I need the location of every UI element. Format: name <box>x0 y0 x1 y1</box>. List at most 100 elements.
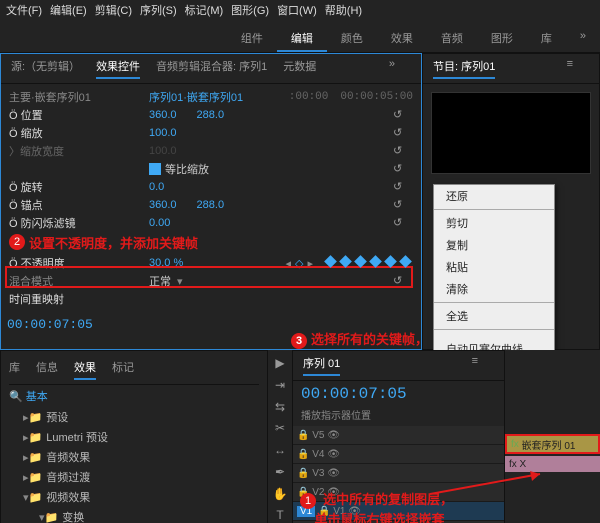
master-clip-label[interactable]: 主要·嵌套序列01 <box>9 89 149 105</box>
fx-transform[interactable]: ▾📁变换 <box>9 507 259 523</box>
ws-assembly[interactable]: 组件 <box>227 26 277 52</box>
source-panel-tabs: 源:（无剪辑） 效果控件 音频剪辑混合器: 序列1 元数据 » <box>1 54 421 84</box>
ws-color[interactable]: 颜色 <box>327 26 377 52</box>
uniform-label: 等比缩放 <box>165 161 209 177</box>
menu-sequence[interactable]: 序列(S) <box>140 2 177 18</box>
flicker-v[interactable]: 0.00 <box>149 217 170 229</box>
menu-graphics[interactable]: 图形(G) <box>231 2 269 18</box>
pos-y[interactable]: 288.0 <box>197 109 225 121</box>
fx-badge: fx <box>511 439 519 450</box>
program-title[interactable]: 节目: 序列01 <box>433 58 495 79</box>
panel-menu-icon[interactable]: ≡ <box>472 355 478 376</box>
ripple-tool-icon[interactable]: ⇆ <box>272 400 288 416</box>
nested-clip[interactable]: fx 嵌套序列 01 <box>505 434 600 454</box>
tab-info[interactable]: 信息 <box>36 359 58 380</box>
effect-controls-timecode[interactable]: 00:00:07:05 <box>7 317 93 332</box>
toggle-output-icon[interactable]: 👁 <box>327 430 340 441</box>
reset-icon[interactable]: ↺ <box>393 126 407 140</box>
menu-clip[interactable]: 剪辑(C) <box>95 2 132 18</box>
panel-overflow-icon[interactable]: » <box>389 58 395 79</box>
ws-audio[interactable]: 音频 <box>427 26 477 52</box>
pen-tool-icon[interactable]: ✒ <box>272 465 288 481</box>
tool-strip: ▶ ⇥ ⇆ ✂ ↔ ✒ ✋ T <box>268 350 292 523</box>
ctx-clear[interactable]: 清除 <box>434 278 554 300</box>
basic-search[interactable]: 🔍 基本 <box>9 385 259 407</box>
fx-badge: fx <box>509 459 517 470</box>
track-select-tool-icon[interactable]: ⇥ <box>272 378 288 394</box>
pos-x[interactable]: 360.0 <box>149 109 177 121</box>
panel-menu-icon[interactable]: ≡ <box>567 58 573 79</box>
selection-tool-icon[interactable]: ▶ <box>272 356 288 372</box>
track-v5[interactable]: 🔒 V5 👁 <box>293 426 504 445</box>
type-tool-icon[interactable]: T <box>272 508 288 523</box>
rot-v[interactable]: 0.0 <box>149 181 164 193</box>
reset-icon[interactable]: ↺ <box>393 216 407 230</box>
fx-audio-transitions[interactable]: ▸📁音频过渡 <box>9 467 259 487</box>
slip-tool-icon[interactable]: ↔ <box>272 443 288 459</box>
menu-edit[interactable]: 编辑(E) <box>50 2 87 18</box>
folder-icon: ▸📁 <box>23 472 42 484</box>
lock-icon[interactable]: 🔒 <box>297 430 309 441</box>
scalew-v: 100.0 <box>149 145 177 157</box>
prop-rotation[interactable]: Ö 旋转 <box>9 179 149 195</box>
tab-effect-controls[interactable]: 效果控件 <box>96 58 140 79</box>
tab-markers[interactable]: 标记 <box>112 359 134 380</box>
menu-window[interactable]: 窗口(W) <box>277 2 317 18</box>
ws-library[interactable]: 库 <box>527 26 566 52</box>
ctx-select-all[interactable]: 全选 <box>434 305 554 327</box>
fx-audio-effects[interactable]: ▸📁音频效果 <box>9 447 259 467</box>
anchor-y[interactable]: 288.0 <box>197 199 225 211</box>
reset-icon[interactable]: ↺ <box>393 180 407 194</box>
prop-time-remap[interactable]: 时间重映射 <box>9 291 149 307</box>
razor-tool-icon[interactable]: ✂ <box>272 421 288 437</box>
toggle-output-icon[interactable]: 👁 <box>327 449 340 460</box>
fx-video-effects[interactable]: ▾📁视频效果 <box>9 487 259 507</box>
prop-position[interactable]: Ö 位置 <box>9 107 149 123</box>
scale-v[interactable]: 100.0 <box>149 127 177 139</box>
ctx-paste[interactable]: 粘贴 <box>434 256 554 278</box>
tab-effects[interactable]: 效果 <box>74 359 96 380</box>
prop-anchor[interactable]: Ö 锚点 <box>9 197 149 213</box>
prop-flicker[interactable]: Ö 防闪烁滤镜 <box>9 215 149 231</box>
ctx-cut[interactable]: 剪切 <box>434 212 554 234</box>
fx-lumetri[interactable]: ▸📁Lumetri 预设 <box>9 427 259 447</box>
prop-scale[interactable]: Ö 缩放 <box>9 125 149 141</box>
timeline-timecode[interactable]: 00:00:07:05 <box>301 385 407 403</box>
program-viewport[interactable] <box>431 92 591 174</box>
folder-icon: ▾📁 <box>23 492 42 504</box>
folder-icon: ▸📁 <box>23 452 42 464</box>
uniform-checkbox[interactable] <box>149 163 161 175</box>
toggle-output-icon[interactable]: 👁 <box>327 468 340 479</box>
menu-file[interactable]: 文件(F) <box>6 2 42 18</box>
mini-ruler-a: :00:00 <box>289 91 329 103</box>
lock-icon[interactable]: 🔒 <box>297 449 309 460</box>
annotation-1: 1 选中所有的复制图层， 单击鼠标右键选择嵌套 <box>300 489 453 523</box>
fx-presets[interactable]: ▸📁预设 <box>9 407 259 427</box>
ctx-undo[interactable]: 还原 <box>434 185 554 207</box>
folder-icon: ▸📁 <box>23 432 42 444</box>
reset-icon[interactable]: ↺ <box>393 144 407 158</box>
anchor-x[interactable]: 360.0 <box>149 199 177 211</box>
tab-lib[interactable]: 库 <box>9 359 20 380</box>
menu-mark[interactable]: 标记(M) <box>185 2 224 18</box>
reset-icon[interactable]: ↺ <box>393 108 407 122</box>
tab-audio-mixer[interactable]: 音频剪辑混合器: 序列1 <box>156 58 267 79</box>
ws-editing[interactable]: 编辑 <box>277 26 327 52</box>
annotation-badge-2: 2 <box>9 234 25 250</box>
track-v4[interactable]: 🔒 V4 👁 <box>293 445 504 464</box>
timeline-title[interactable]: 序列 01 <box>303 355 340 376</box>
tab-metadata[interactable]: 元数据 <box>283 58 316 79</box>
tab-source[interactable]: 源:（无剪辑） <box>11 58 80 79</box>
ws-graphics[interactable]: 图形 <box>477 26 527 52</box>
annotation-arrow-icon <box>430 469 550 499</box>
reset-icon[interactable]: ↺ <box>393 162 407 176</box>
lock-icon[interactable]: 🔒 <box>297 468 309 479</box>
reset-icon[interactable]: ↺ <box>393 198 407 212</box>
menu-help[interactable]: 帮助(H) <box>325 2 362 18</box>
program-monitor: 节目: 序列01≡ 还原 剪切 复制 粘贴 清除 全选 3选择所有的关键帧， 单… <box>422 53 600 350</box>
hand-tool-icon[interactable]: ✋ <box>272 487 288 503</box>
clip-path[interactable]: 序列01·嵌套序列01 <box>149 89 243 105</box>
ws-effects[interactable]: 效果 <box>377 26 427 52</box>
ws-overflow-icon[interactable]: » <box>566 26 600 52</box>
ctx-copy[interactable]: 复制 <box>434 234 554 256</box>
